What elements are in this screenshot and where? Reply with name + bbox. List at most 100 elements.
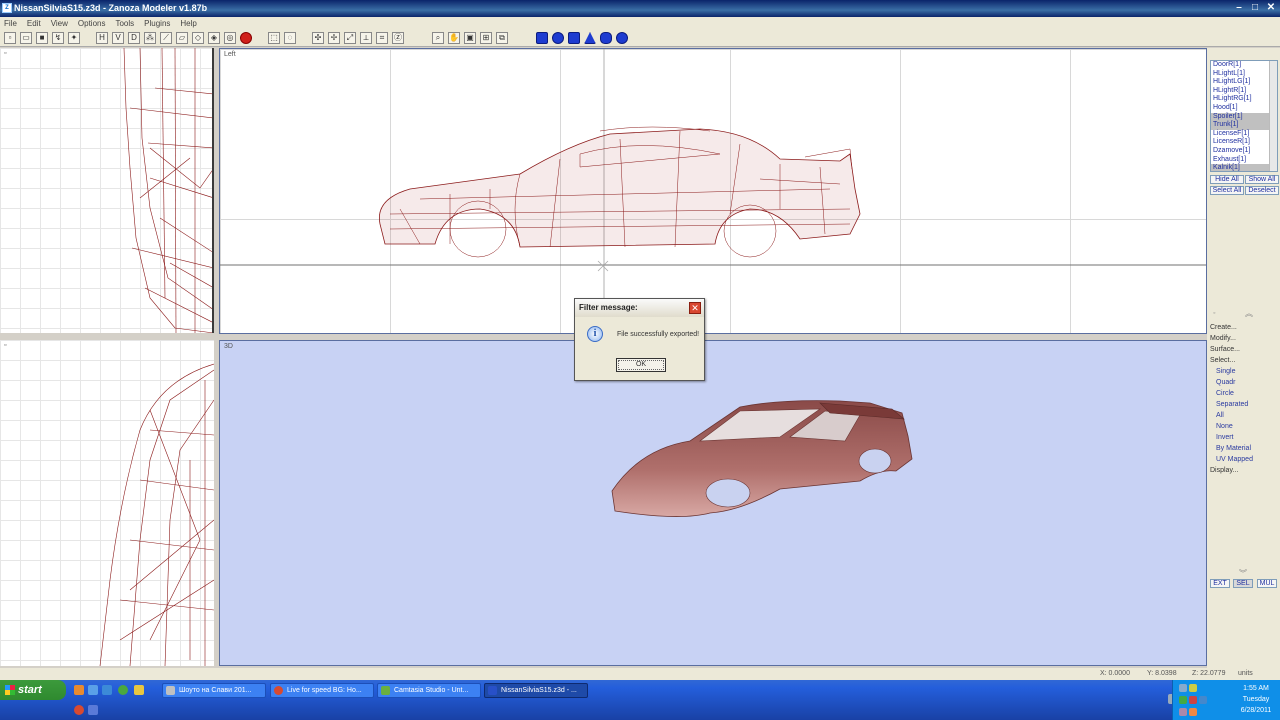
viewport-top[interactable]: ▫ bbox=[0, 340, 214, 666]
export-icon[interactable]: ✦ bbox=[68, 32, 80, 44]
object-list-item[interactable]: LicenseR[1] bbox=[1211, 138, 1277, 147]
collapse-up-icon[interactable]: ︽ bbox=[1245, 308, 1253, 319]
rotate-icon[interactable]: ✢ bbox=[328, 32, 340, 44]
menu-tools[interactable]: Tools bbox=[115, 17, 134, 30]
menu-edit[interactable]: Edit bbox=[27, 17, 41, 30]
import-icon[interactable]: ↯ bbox=[52, 32, 64, 44]
object-list-item[interactable]: HLightL[1] bbox=[1211, 70, 1277, 79]
select-all-option[interactable]: All bbox=[1216, 412, 1224, 419]
material-tool-icon[interactable]: ◎ bbox=[224, 32, 236, 44]
cone-primitive-icon[interactable] bbox=[584, 32, 596, 44]
mirror-icon[interactable]: ⟂ bbox=[360, 32, 372, 44]
select-single[interactable]: Single bbox=[1216, 368, 1235, 375]
object-list-item[interactable]: Kalnik[1] bbox=[1211, 164, 1277, 171]
object-tool-icon[interactable]: ◇ bbox=[192, 32, 204, 44]
view-maximize-icon[interactable]: ⧉ bbox=[496, 32, 508, 44]
axis-d-button[interactable]: D bbox=[128, 32, 140, 44]
select-menu[interactable]: Select... bbox=[1210, 357, 1235, 364]
maximize-button[interactable]: □ bbox=[1248, 1, 1262, 15]
select-separated[interactable]: Separated bbox=[1216, 401, 1248, 408]
edge-tool-icon[interactable]: ⟋ bbox=[160, 32, 172, 44]
select-by-material[interactable]: By Material bbox=[1216, 445, 1251, 452]
group-tool-icon[interactable]: ◈ bbox=[208, 32, 220, 44]
close-button[interactable]: ✕ bbox=[1264, 1, 1278, 15]
task-item[interactable]: Шоуто на Слави 201... bbox=[162, 683, 266, 698]
select-all-button[interactable]: Select All bbox=[1210, 186, 1244, 195]
tray-network-icon[interactable] bbox=[1179, 684, 1187, 692]
menu-plugins[interactable]: Plugins bbox=[144, 17, 170, 30]
display-menu[interactable]: Display... bbox=[1210, 467, 1238, 474]
hide-all-button[interactable]: Hide All bbox=[1210, 175, 1244, 184]
zoom-extents-icon[interactable]: Ⓩ bbox=[392, 32, 404, 44]
select-invert[interactable]: Invert bbox=[1216, 434, 1234, 441]
axis-v-button[interactable]: V bbox=[112, 32, 124, 44]
show-desktop-icon[interactable] bbox=[88, 685, 98, 695]
tray-volume-icon[interactable] bbox=[1189, 684, 1197, 692]
mode-sel-button[interactable]: SEL bbox=[1233, 579, 1253, 588]
tray-app-icon[interactable] bbox=[1179, 708, 1187, 716]
torus-primitive-icon[interactable] bbox=[600, 32, 612, 44]
pan-icon[interactable]: ✋ bbox=[448, 32, 460, 44]
collapse-down-icon[interactable]: ︾ bbox=[1239, 568, 1247, 579]
tray-skype-icon[interactable] bbox=[1199, 696, 1207, 704]
new-file-icon[interactable]: ▫ bbox=[4, 32, 16, 44]
save-file-icon[interactable]: ■ bbox=[36, 32, 48, 44]
start-button[interactable]: start bbox=[0, 680, 66, 700]
axis-h-button[interactable]: H bbox=[96, 32, 108, 44]
scale-icon[interactable]: ⤢ bbox=[344, 32, 356, 44]
select-circle[interactable]: Circle bbox=[1216, 390, 1234, 397]
menu-options[interactable]: Options bbox=[78, 17, 106, 30]
menu-view[interactable]: View bbox=[51, 17, 68, 30]
tray-alert-icon[interactable] bbox=[1189, 696, 1197, 704]
object-list-item[interactable]: Dzamove[1] bbox=[1211, 147, 1277, 156]
deselect-button[interactable]: Deselect bbox=[1245, 186, 1279, 195]
object-list-item[interactable]: Spoiler[1] bbox=[1211, 112, 1277, 122]
task-item[interactable]: Camtasia Studio - Unt... bbox=[377, 683, 481, 698]
face-tool-icon[interactable]: ▱ bbox=[176, 32, 188, 44]
vertex-tool-icon[interactable]: ⁂ bbox=[144, 32, 156, 44]
minimize-button[interactable]: – bbox=[1232, 1, 1246, 15]
zoom-icon[interactable]: ⌕ bbox=[432, 32, 444, 44]
app-icon-small[interactable] bbox=[88, 705, 98, 715]
record-icon[interactable] bbox=[240, 32, 252, 44]
select-none[interactable]: None bbox=[1216, 423, 1233, 430]
mode-mul-button[interactable]: MUL bbox=[1257, 579, 1277, 588]
select-circle-icon[interactable]: ◌ bbox=[284, 32, 296, 44]
viewport-left[interactable]: Left bbox=[219, 48, 1207, 334]
dialog-close-button[interactable]: ✕ bbox=[689, 302, 701, 314]
object-list-item[interactable]: Exhaust[1] bbox=[1211, 156, 1277, 165]
geosphere-primitive-icon[interactable] bbox=[616, 32, 628, 44]
create-menu[interactable]: Create... bbox=[1210, 324, 1237, 331]
object-list-item[interactable]: LicenseF[1] bbox=[1211, 130, 1277, 139]
object-list-item[interactable]: HLightRG[1] bbox=[1211, 95, 1277, 104]
tray-update-icon[interactable] bbox=[1189, 708, 1197, 716]
viewport-front[interactable]: ▫ bbox=[0, 48, 214, 333]
firefox-icon[interactable] bbox=[74, 685, 84, 695]
ok-button[interactable]: OK bbox=[616, 358, 666, 372]
open-file-icon[interactable]: ▭ bbox=[20, 32, 32, 44]
show-all-button[interactable]: Show All bbox=[1245, 175, 1279, 184]
menu-file[interactable]: File bbox=[4, 17, 17, 30]
object-list-scrollbar[interactable] bbox=[1269, 61, 1277, 171]
task-item-active[interactable]: NissanSilviaS15.z3d - ... bbox=[484, 683, 588, 698]
select-quadr[interactable]: Quadr bbox=[1216, 379, 1235, 386]
snap-icon[interactable]: ⌗ bbox=[376, 32, 388, 44]
zoom-window-icon[interactable]: ▣ bbox=[464, 32, 476, 44]
object-list-item[interactable]: HLightLG[1] bbox=[1211, 78, 1277, 87]
select-uv-mapped[interactable]: UV Mapped bbox=[1216, 456, 1253, 463]
utorrent-icon[interactable] bbox=[118, 685, 128, 695]
ie-icon[interactable] bbox=[102, 685, 112, 695]
object-list-item[interactable]: DoorR[1] bbox=[1211, 61, 1277, 70]
cylinder-primitive-icon[interactable] bbox=[568, 32, 580, 44]
viewport-3d[interactable]: 3D bbox=[219, 340, 1207, 666]
explorer-icon[interactable] bbox=[134, 685, 144, 695]
object-list-item[interactable]: HLightR[1] bbox=[1211, 87, 1277, 96]
select-rect-icon[interactable]: ⬚ bbox=[268, 32, 280, 44]
menu-help[interactable]: Help bbox=[180, 17, 196, 30]
panel-pin-icon[interactable]: ◦ bbox=[1213, 310, 1215, 317]
tray-antivirus-icon[interactable] bbox=[1179, 696, 1187, 704]
surface-menu[interactable]: Surface... bbox=[1210, 346, 1240, 353]
object-list[interactable]: DoorR[1] HLightL[1] HLightLG[1] HLightR[1] H… bbox=[1210, 60, 1278, 172]
object-list-item[interactable]: Hood[1] bbox=[1211, 104, 1277, 113]
move-icon[interactable]: ✣ bbox=[312, 32, 324, 44]
